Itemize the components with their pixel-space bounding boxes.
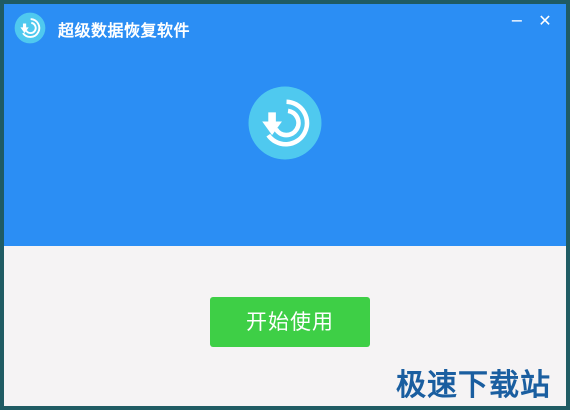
close-button[interactable]: ✕	[534, 10, 556, 32]
start-button[interactable]: 开始使用	[210, 297, 370, 347]
app-window: 超级数据恢复软件 − ✕ 开始使用 极速下载站	[0, 0, 570, 410]
watermark-text: 极速下载站	[396, 368, 551, 403]
header-area: 超级数据恢复软件 − ✕	[4, 4, 566, 246]
restore-logo-icon	[14, 12, 46, 44]
window-title: 超级数据恢复软件	[58, 21, 191, 40]
minimize-button[interactable]: −	[506, 10, 528, 32]
restore-logo-icon	[248, 86, 322, 160]
